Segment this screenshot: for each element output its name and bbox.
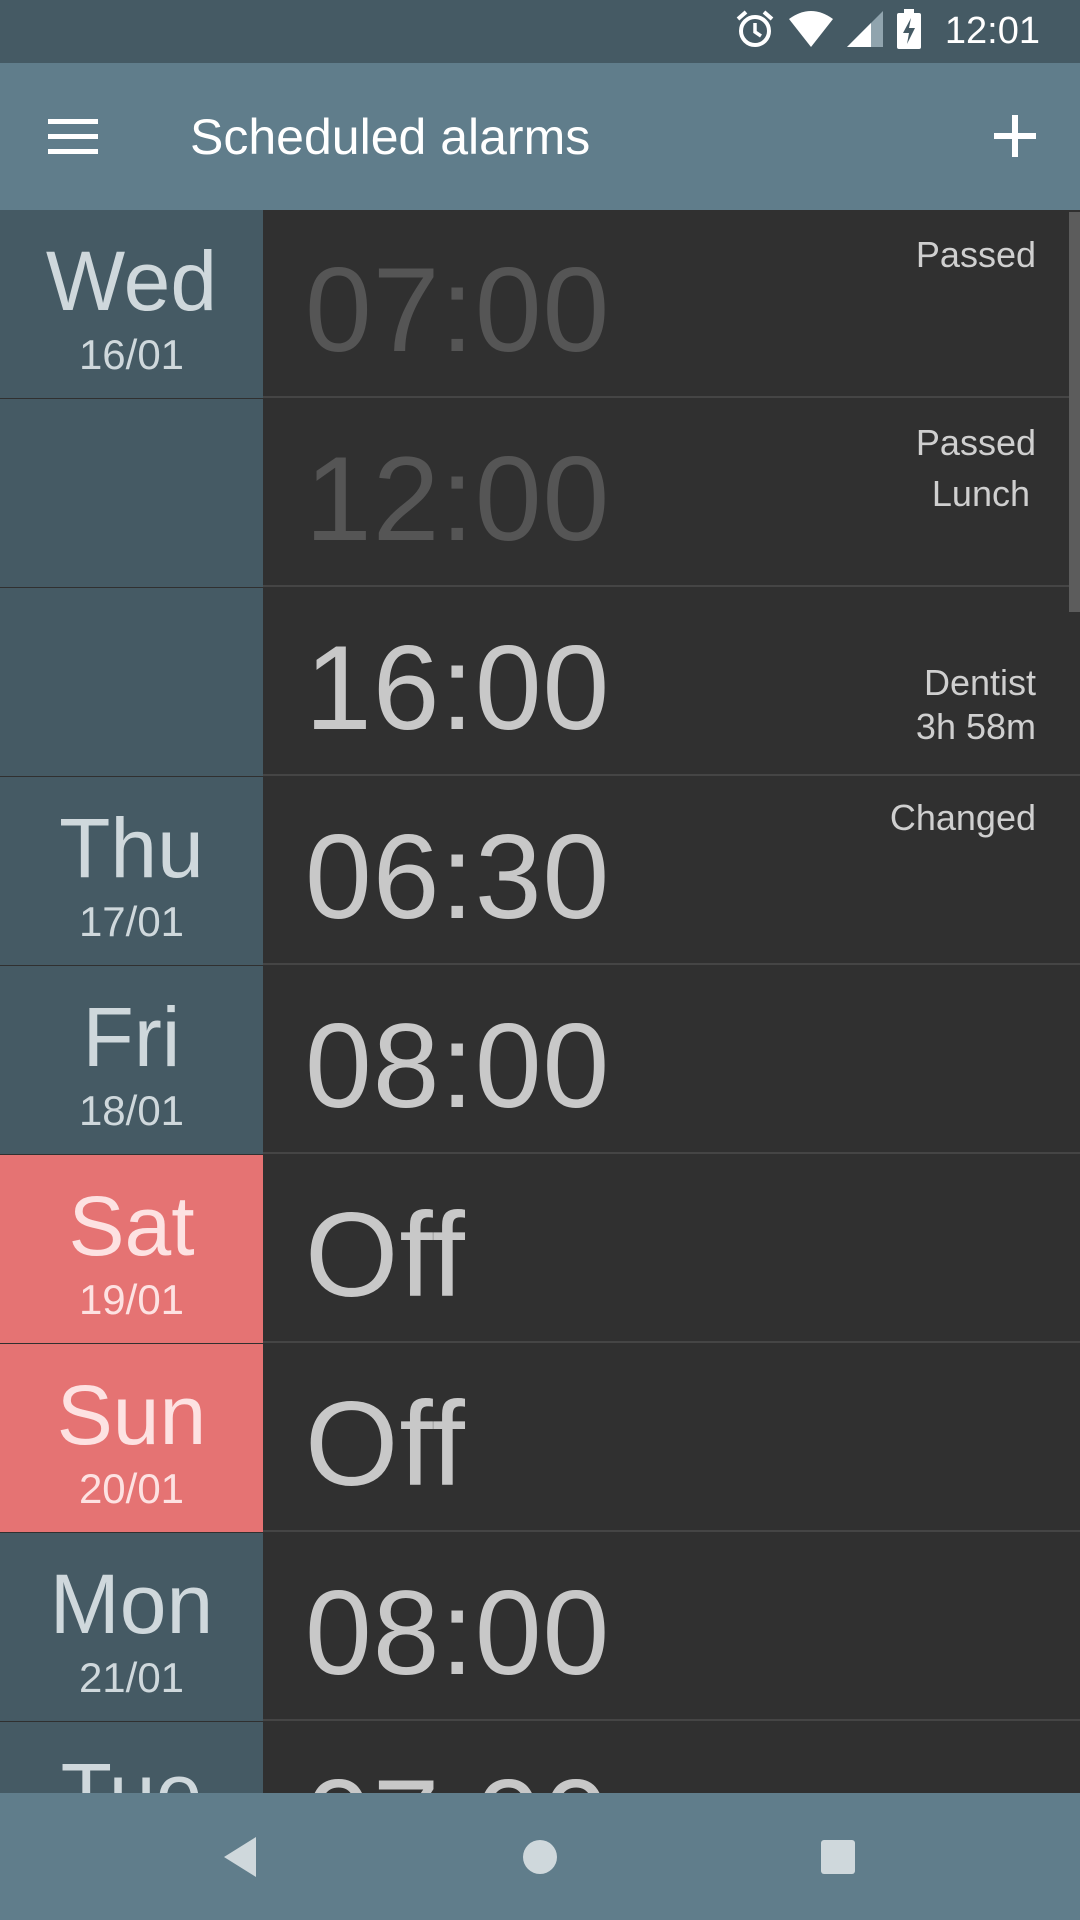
alarm-row: Sun 20/01 Off [0, 1344, 1080, 1532]
home-icon[interactable] [510, 1827, 570, 1887]
day-cell: Mon 21/01 [0, 1533, 263, 1721]
signal-icon [846, 11, 883, 52]
day-name: Wed [45, 234, 218, 328]
day-date: 21/01 [78, 1654, 185, 1701]
navigation-bar [0, 1793, 1080, 1920]
alarm-status: Passed [915, 422, 1036, 463]
day-name: Tue [60, 1746, 203, 1793]
alarm-row: Wed 16/01 07:00 Passed [0, 210, 1080, 398]
alarm-time: 08:00 [305, 1566, 611, 1700]
alarm-item[interactable]: 07:00 Passed [263, 210, 1080, 398]
alarm-row: Tue 07:00 [0, 1722, 1080, 1793]
recents-icon[interactable] [808, 1827, 868, 1887]
alarm-item[interactable]: 08:00 [263, 966, 1080, 1154]
alarm-time: 06:30 [305, 810, 611, 944]
alarm-status: Passed [915, 234, 1036, 275]
day-cell: Wed 16/01 [0, 210, 263, 398]
alarm-item[interactable]: 07:00 [263, 1722, 1080, 1793]
alarm-row: Fri 18/01 08:00 [0, 966, 1080, 1154]
alarm-item[interactable]: 12:00 Passed Lunch [263, 399, 1080, 587]
alarm-item[interactable]: 16:00 Dentist 3h 58m [263, 588, 1080, 776]
alarm-item[interactable]: Off [263, 1344, 1080, 1532]
alarm-icon [735, 9, 775, 54]
alarm-item[interactable]: Off [263, 1155, 1080, 1343]
day-name: Sun [56, 1368, 207, 1462]
day-cell: Tue [0, 1722, 263, 1793]
alarm-time: 16:00 [305, 621, 611, 755]
add-icon[interactable] [990, 111, 1040, 161]
day-date: 16/01 [78, 331, 185, 378]
alarm-label: Dentist [923, 662, 1036, 703]
day-cell: Sun 20/01 [0, 1344, 263, 1532]
alarm-time: Off [305, 1377, 466, 1511]
page-title: Scheduled alarms [190, 109, 591, 165]
day-cell: Thu 17/01 [0, 777, 263, 965]
alarm-row: 16:00 Dentist 3h 58m [0, 588, 1080, 776]
back-icon[interactable] [212, 1827, 272, 1887]
status-time: 12:01 [944, 10, 1040, 52]
alarm-time: 07:00 [305, 243, 611, 377]
day-cell [0, 588, 263, 776]
alarm-time: 08:00 [305, 999, 611, 1133]
alarm-time: 07:00 [305, 1762, 610, 1793]
alarm-item[interactable]: 08:00 [263, 1533, 1080, 1721]
day-cell: Sat 19/01 [0, 1155, 263, 1343]
day-name: Thu [59, 801, 204, 895]
alarm-label: Lunch [931, 473, 1030, 514]
wifi-icon [788, 11, 833, 52]
alarm-time: 12:00 [305, 432, 611, 566]
day-name: Sat [68, 1179, 195, 1273]
day-date: 18/01 [78, 1087, 185, 1134]
alarm-item[interactable]: 06:30 Changed [263, 777, 1080, 965]
day-date: 20/01 [78, 1465, 185, 1512]
status-bar: 12:01 [0, 0, 1080, 63]
alarm-row: 12:00 Passed Lunch [0, 399, 1080, 587]
day-name: Fri [82, 990, 181, 1084]
battery-charging-icon [896, 9, 921, 54]
day-cell: Fri 18/01 [0, 966, 263, 1154]
app-bar: Scheduled alarms [0, 63, 1080, 210]
alarm-row: Mon 21/01 08:00 [0, 1533, 1080, 1721]
alarm-status: Changed [889, 797, 1036, 838]
alarm-row: Thu 17/01 06:30 Changed [0, 777, 1080, 965]
scrollbar[interactable] [1069, 212, 1080, 612]
alarm-countdown: 3h 58m [915, 706, 1036, 747]
day-date: 19/01 [78, 1276, 185, 1323]
alarm-list[interactable]: Wed 16/01 07:00 Passed 12:00 Passed Lunc… [0, 210, 1080, 1793]
day-date: 17/01 [78, 898, 185, 945]
menu-icon[interactable] [48, 115, 98, 159]
alarm-time: Off [305, 1188, 466, 1322]
day-cell [0, 399, 263, 587]
day-name: Mon [49, 1557, 214, 1651]
alarm-row: Sat 19/01 Off [0, 1155, 1080, 1343]
